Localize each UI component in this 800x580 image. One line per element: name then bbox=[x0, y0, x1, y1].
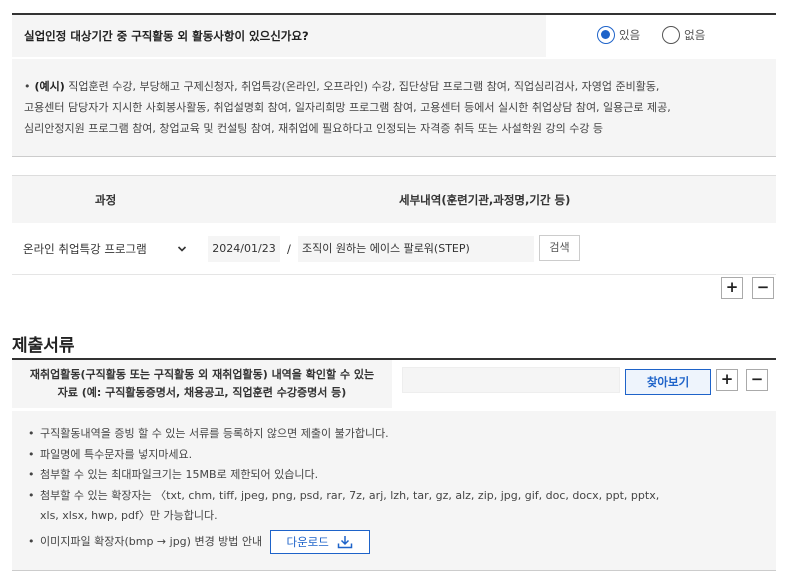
radio-no-label[interactable]: 없음 bbox=[684, 27, 705, 43]
notice-item: 첨부할 수 있는 최대파일크기는 15MB로 제한되어 있습니다. bbox=[28, 465, 758, 486]
header-course: 과정 bbox=[95, 193, 117, 207]
document-label: 재취업활동(구직활동 또는 구직활동 외 재취업활동) 내역을 확인할 수 있는… bbox=[12, 360, 392, 408]
activity-radio-group: 있음 없음 bbox=[597, 26, 727, 44]
radio-yes-indicator[interactable] bbox=[597, 26, 615, 44]
course-table-header: 과정 세부내역(훈련기관,과정명,기간 등) bbox=[12, 175, 776, 223]
activity-question-row: 실업인정 대상기간 중 구직활동 외 활동사항이 있으신가요? 있음 없음 bbox=[12, 13, 776, 57]
example-box: • (예시) 직업훈련 수강, 부당해고 구제신청자, 취업특강(온라인, 오프라… bbox=[12, 59, 776, 157]
notice-item: 파일명에 특수문자를 넣지마세요. bbox=[28, 445, 758, 466]
document-label-line-1: 재취업활동(구직활동 또는 구직활동 외 재취업활동) 내역을 확인할 수 있는 bbox=[29, 368, 375, 381]
chevron-down-icon bbox=[177, 241, 187, 260]
notice-image-guide: 이미지파일 확장자(bmp → jpg) 변경 방법 안내 bbox=[40, 534, 263, 548]
notice-extensions-1: 첨부할 수 있는 확장자는 〈txt, chm, tiff, jpeg, png… bbox=[40, 488, 660, 502]
course-row: 온라인 취업특강 프로그램 2024/01/23 / 조직이 원하는 에이스 팔… bbox=[12, 223, 776, 275]
download-label: 다운로드 bbox=[286, 534, 329, 549]
example-text-1: 직업훈련 수강, 부당해고 구제신청자, 취업특강(온라인, 오프라인) 수강,… bbox=[68, 80, 660, 93]
course-select[interactable]: 온라인 취업특강 프로그램 bbox=[16, 236, 196, 262]
example-prefix: (예시) bbox=[34, 80, 65, 93]
radio-no-indicator[interactable] bbox=[662, 26, 681, 44]
course-detail-field[interactable]: 조직이 원하는 에이스 팔로워(STEP) bbox=[298, 236, 534, 262]
notice-item: 이미지파일 확장자(bmp → jpg) 변경 방법 안내 다운로드 bbox=[28, 527, 758, 557]
course-table: 과정 세부내역(훈련기관,과정명,기간 등) 온라인 취업특강 프로그램 202… bbox=[12, 175, 776, 275]
documents-title: 제출서류 bbox=[12, 336, 75, 356]
add-file-button[interactable]: + bbox=[716, 369, 738, 391]
course-date-field[interactable]: 2024/01/23 bbox=[208, 236, 280, 262]
document-label-line-2: 자료 (예: 구직활동증명서, 채용공고, 직업훈련 수강증명서 등) bbox=[57, 386, 347, 399]
download-button[interactable]: 다운로드 bbox=[269, 529, 370, 554]
course-search-button[interactable]: 검색 bbox=[539, 235, 580, 261]
radio-yes[interactable]: 있음 bbox=[597, 26, 640, 44]
notice-list: 구직활동내역을 증빙 할 수 있는 서류를 등록하지 않으면 제출이 불가합니다… bbox=[28, 424, 758, 557]
document-upload-row: 재취업활동(구직활동 또는 구직활동 외 재취업활동) 내역을 확인할 수 있는… bbox=[12, 358, 776, 408]
bullet-icon: • bbox=[24, 80, 31, 93]
activity-question-label: 실업인정 대상기간 중 구직활동 외 활동사항이 있으신가요? bbox=[12, 15, 546, 57]
notice-extensions-2: xls, xlsx, hwp, pdf〉만 가능합니다. bbox=[40, 509, 218, 522]
example-line-3: 심리안정지원 프로그램 참여, 창업교육 및 컨설팅 참여, 재취업에 필요하다… bbox=[24, 122, 604, 135]
download-icon bbox=[337, 535, 353, 548]
header-detail: 세부내역(훈련기관,과정명,기간 등) bbox=[399, 193, 571, 207]
notice-item: 첨부할 수 있는 확장자는 〈txt, chm, tiff, jpeg, png… bbox=[28, 486, 758, 527]
course-select-value: 온라인 취업특강 프로그램 bbox=[23, 242, 147, 256]
radio-yes-label[interactable]: 있음 bbox=[619, 27, 640, 43]
upload-notice-box: 구직활동내역을 증빙 할 수 있는 서류를 등록하지 않으면 제출이 불가합니다… bbox=[12, 411, 776, 571]
browse-button[interactable]: 찾아보기 bbox=[625, 369, 711, 395]
example-line-1: • (예시) 직업훈련 수강, 부당해고 구제신청자, 취업특강(온라인, 오프라… bbox=[24, 76, 764, 97]
add-course-button[interactable]: + bbox=[721, 277, 743, 299]
notice-item: 구직활동내역을 증빙 할 수 있는 서류를 등록하지 않으면 제출이 불가합니다… bbox=[28, 424, 758, 445]
file-path-field[interactable] bbox=[402, 367, 620, 393]
example-line-2: 고용센터 담당자가 지시한 사회봉사활동, 취업설명회 참여, 일자리희망 프로… bbox=[24, 101, 671, 114]
remove-file-button[interactable]: − bbox=[746, 369, 768, 391]
radio-no[interactable]: 없음 bbox=[662, 26, 705, 44]
remove-course-button[interactable]: − bbox=[752, 277, 774, 299]
course-separator: / bbox=[287, 242, 291, 256]
